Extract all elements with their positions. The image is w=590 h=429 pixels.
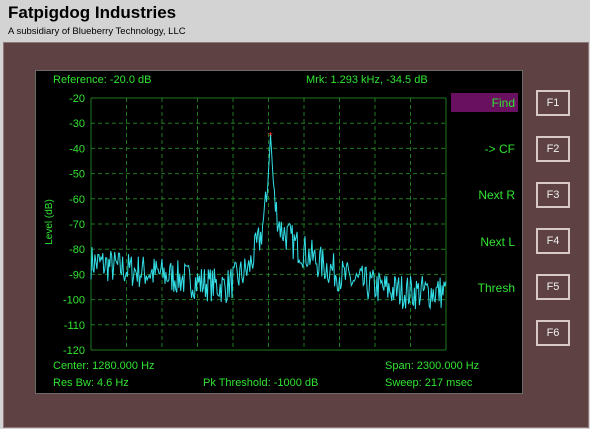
softkey-find[interactable]: Find [445, 96, 515, 110]
y-tick-label: -70 [69, 219, 85, 231]
softkey-next-left[interactable]: Next L [445, 235, 515, 249]
f1-button[interactable]: F1 [536, 90, 570, 116]
y-tick-label: -60 [69, 194, 85, 206]
sweep-time: Sweep: 217 msec [385, 377, 473, 389]
f5-button[interactable]: F5 [536, 274, 570, 300]
y-tick-label: -30 [69, 118, 85, 130]
f4-button[interactable]: F4 [536, 228, 570, 254]
y-tick-label: -50 [69, 169, 85, 181]
f6-button[interactable]: F6 [536, 320, 570, 346]
y-tick-label: -80 [69, 244, 85, 256]
y-tick-label: -90 [69, 269, 85, 281]
y-tick-label: -40 [69, 143, 85, 155]
resolution-bandwidth: Res Bw: 4.6 Hz [53, 377, 129, 389]
y-tick-label: -110 [64, 320, 85, 332]
y-axis-label: Level (dB) [44, 199, 55, 245]
y-tick-labels: -20 -30 -40 -50 -60 -70 -80 -90 -100 -110 -120 [63, 93, 85, 357]
y-tick-label: -100 [63, 295, 85, 307]
marker-readout: Mrk: 1.293 kHz, -34.5 dB [306, 74, 428, 86]
f2-button[interactable]: F2 [536, 136, 570, 162]
span: Span: 2300.000 Hz [385, 360, 480, 372]
softkey-thresh[interactable]: Thresh [445, 281, 515, 295]
y-tick-label: -20 [69, 93, 85, 105]
y-tick-label: -120 [63, 345, 85, 357]
center-frequency: Center: 1280.000 Hz [53, 360, 155, 372]
peak-threshold: Pk Threshold: -1000 dB [203, 377, 319, 389]
peak-marker: * [268, 131, 273, 143]
softkey-to-cf[interactable]: -> CF [445, 142, 515, 156]
f3-button[interactable]: F3 [536, 182, 570, 208]
softkey-next-right[interactable]: Next R [445, 188, 515, 202]
reference-level: Reference: -20.0 dB [53, 74, 152, 86]
